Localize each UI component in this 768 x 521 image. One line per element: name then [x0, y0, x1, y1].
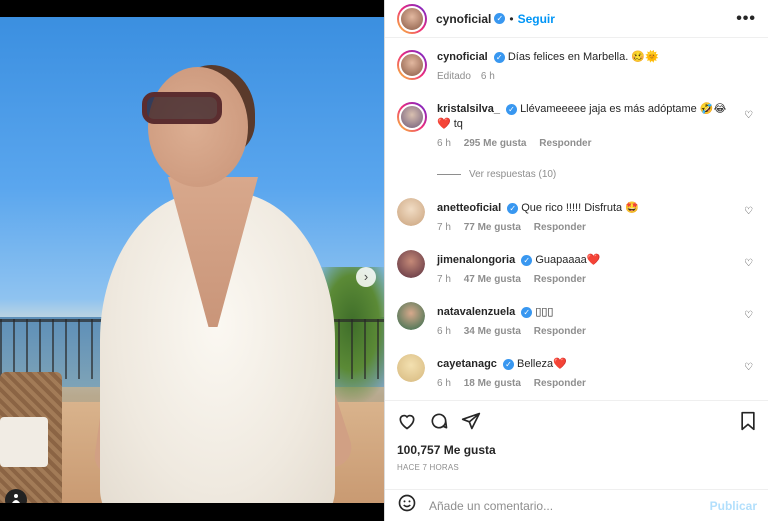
verified-badge-icon: ✓: [507, 202, 519, 214]
comment-meta: 6 h 18 Me gusta Responder: [437, 378, 757, 389]
commenter-username[interactable]: anetteoficial: [437, 202, 501, 214]
comment-meta: 6 h 295 Me gusta Responder: [437, 138, 757, 149]
post-header: cynoficial ✓ • Seguir •••: [385, 0, 768, 38]
comment-like-heart-icon[interactable]: ♡: [744, 110, 753, 121]
caption-username[interactable]: cynoficial: [437, 51, 488, 63]
more-options-icon[interactable]: •••: [736, 10, 756, 28]
comment-text: ▯▯▯: [535, 306, 554, 318]
comment-item: anetteoficial ✓ Que rico !!!!! Disfruta 🤩…: [397, 198, 757, 233]
add-comment-bar: Añade un comentario... Publicar: [385, 489, 768, 521]
publish-button[interactable]: Publicar: [710, 499, 757, 513]
commenter-avatar[interactable]: [397, 102, 427, 132]
comment-item: kristalsilva_ ✓ Llévameeeee jaja es más a…: [397, 102, 757, 149]
commenter-avatar[interactable]: [397, 198, 425, 226]
comment-likes[interactable]: 77 Me gusta: [464, 222, 521, 233]
commenter-username[interactable]: cayetanagc: [437, 358, 497, 370]
commenter-username[interactable]: kristalsilva_: [437, 103, 500, 115]
commenter-avatar[interactable]: [397, 250, 425, 278]
comment-reply-button[interactable]: Responder: [539, 138, 591, 149]
comment-time: 7 h: [437, 274, 451, 285]
view-replies-button[interactable]: Ver respuestas (10): [437, 169, 556, 180]
comment-likes[interactable]: 295 Me gusta: [464, 138, 527, 149]
post-caption: cynoficial ✓ Días felices en Marbella. 🥴🌞…: [397, 50, 757, 82]
comments-list[interactable]: cynoficial ✓ Días felices en Marbella. 🥴🌞…: [385, 38, 768, 400]
instagram-post-modal: › cynoficial ✓ • Seguir ••• cynoficial ✓…: [0, 0, 768, 521]
caption-time: 6 h: [480, 71, 495, 82]
caption-body: cynoficial ✓ Días felices en Marbella. 🥴🌞: [437, 50, 757, 65]
comment-body: kristalsilva_ ✓ Llévameeeee jaja es más a…: [437, 102, 757, 132]
comment-like-heart-icon[interactable]: ♡: [744, 206, 753, 217]
comment-time: 7 h: [437, 222, 451, 233]
verified-badge-icon: ✓: [493, 51, 505, 63]
caption-text: Días felices en Marbella. 🥴🌞: [507, 51, 659, 63]
comment-likes[interactable]: 18 Me gusta: [464, 378, 521, 389]
photo-person-sunglasses: [142, 92, 222, 124]
comment-reply-button[interactable]: Responder: [534, 378, 586, 389]
comment-likes[interactable]: 47 Me gusta: [464, 274, 521, 285]
chevron-right-icon: ›: [363, 269, 369, 284]
commenter-username[interactable]: jimenalongoria: [437, 254, 515, 266]
comment-meta: 6 h 34 Me gusta Responder: [437, 326, 757, 337]
verified-badge-icon: ✓: [521, 306, 533, 318]
comment-time: 6 h: [437, 378, 451, 389]
comment-text: Guapaaaa❤️: [535, 254, 601, 266]
caption-edited: Editado: [437, 71, 471, 82]
caption-avatar[interactable]: [397, 50, 427, 80]
author-avatar[interactable]: [397, 3, 427, 34]
like-heart-icon[interactable]: [397, 411, 417, 431]
comment-item: jimenalongoria ✓ Guapaaaa❤️ 7 h 47 Me gus…: [397, 250, 757, 285]
share-send-icon[interactable]: [461, 411, 481, 431]
emoji-smiley-icon[interactable]: [397, 493, 417, 518]
add-comment-input[interactable]: Añade un comentario...: [429, 499, 553, 513]
comment-text: Que rico !!!!! Disfruta 🤩: [521, 202, 639, 214]
comment-text: Belleza❤️: [517, 358, 567, 370]
comment-body: jimenalongoria ✓ Guapaaaa❤️: [437, 250, 757, 268]
comment-time: 6 h: [437, 326, 451, 337]
commenter-avatar[interactable]: [397, 302, 425, 330]
verified-badge-icon: ✓: [521, 254, 533, 266]
post-photo[interactable]: ›: [0, 17, 384, 503]
user-tag-icon: [11, 494, 21, 503]
view-replies-label: Ver respuestas (10): [469, 169, 557, 180]
carousel-next-button[interactable]: ›: [356, 267, 376, 287]
commenter-username[interactable]: natavalenzuela: [437, 306, 515, 318]
caption-meta: Editado 6 h: [437, 71, 757, 82]
comment-like-heart-icon[interactable]: ♡: [744, 362, 753, 373]
comment-reply-button[interactable]: Responder: [534, 222, 586, 233]
comment-time: 6 h: [437, 138, 451, 149]
verified-badge-icon: ✓: [506, 103, 517, 115]
post-side-panel: cynoficial ✓ • Seguir ••• cynoficial ✓ Dí…: [384, 0, 768, 521]
comment-item: cayetanagc ✓ Belleza❤️ 6 h 18 Me gusta Re…: [397, 354, 757, 389]
comment-item: natavalenzuela ✓ ▯▯▯ 6 h 34 Me gusta Resp…: [397, 302, 757, 337]
comment-body: anetteoficial ✓ Que rico !!!!! Disfruta 🤩: [437, 198, 757, 216]
comment-bubble-icon[interactable]: [429, 411, 449, 431]
comment-reply-button[interactable]: Responder: [534, 326, 586, 337]
replies-line: [437, 174, 461, 175]
photo-cushion: [0, 417, 48, 467]
author-username[interactable]: cynoficial: [436, 12, 491, 26]
comment-body: cayetanagc ✓ Belleza❤️: [437, 354, 757, 372]
verified-badge-icon: ✓: [494, 13, 506, 24]
header-separator: •: [509, 11, 514, 26]
comment-body: natavalenzuela ✓ ▯▯▯: [437, 302, 757, 320]
post-actions: 100,757 Me gusta HACE 7 HORAS: [385, 400, 768, 472]
comment-reply-button[interactable]: Responder: [534, 274, 586, 285]
photo-person-face: [148, 67, 248, 187]
comment-meta: 7 h 77 Me gusta Responder: [437, 222, 757, 233]
verified-badge-icon: ✓: [502, 358, 514, 370]
comment-like-heart-icon[interactable]: ♡: [744, 310, 753, 321]
post-like-count[interactable]: 100,757 Me gusta: [397, 443, 757, 457]
action-icons-row: [397, 409, 757, 433]
commenter-avatar[interactable]: [397, 354, 425, 382]
comment-meta: 7 h 47 Me gusta Responder: [437, 274, 757, 285]
save-bookmark-icon[interactable]: [739, 411, 757, 431]
follow-button[interactable]: Seguir: [518, 12, 555, 26]
comment-likes[interactable]: 34 Me gusta: [464, 326, 521, 337]
post-timestamp: HACE 7 HORAS: [397, 463, 459, 472]
comment-like-heart-icon[interactable]: ♡: [744, 258, 753, 269]
